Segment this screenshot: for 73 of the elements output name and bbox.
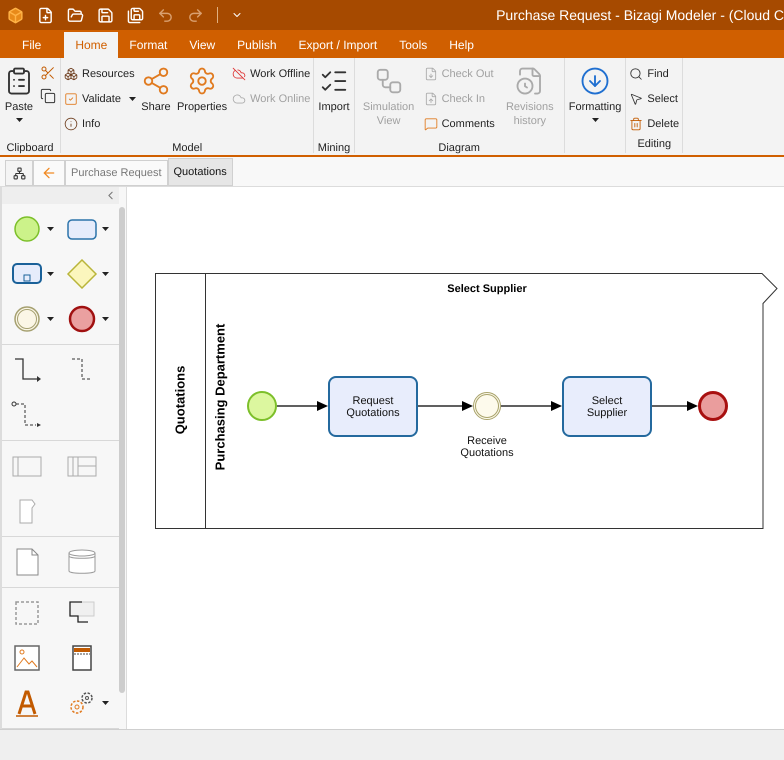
dropdown-caret-icon xyxy=(47,272,54,276)
pool-title: Quotations xyxy=(171,366,188,434)
undo-icon[interactable] xyxy=(157,6,174,24)
ribbon-tab[interactable]: Help xyxy=(438,32,485,58)
open-folder-icon[interactable] xyxy=(67,6,84,24)
window-title: Purchase Request - Bizagi Modeler - (Cloud C xyxy=(496,6,784,25)
cloud-off-icon xyxy=(232,67,246,81)
ribbon-tab[interactable]: Export / Import xyxy=(288,32,388,58)
ribbon-button[interactable]: Paste xyxy=(2,62,36,140)
save-icon[interactable] xyxy=(97,6,114,24)
file-down-icon xyxy=(424,67,438,81)
info-icon xyxy=(64,117,78,131)
scrollbar[interactable] xyxy=(119,207,125,693)
tree-view-button[interactable] xyxy=(5,160,33,186)
back-arrow-icon xyxy=(41,165,57,181)
pointer-icon xyxy=(629,92,644,106)
ribbon-button[interactable]: Work Offline xyxy=(231,63,312,85)
group-label: Clipboard xyxy=(6,141,54,155)
lane-title: Purchasing Department xyxy=(211,324,228,470)
ribbon-button[interactable]: Formatting xyxy=(566,62,624,140)
dropdown-caret-icon xyxy=(102,227,108,231)
copy-icon xyxy=(40,88,56,104)
group-label: Model xyxy=(172,141,202,155)
hierarchy-icon xyxy=(12,166,26,180)
group-label: Editing xyxy=(637,136,672,152)
dropdown-caret-icon xyxy=(102,272,108,276)
new-file-icon[interactable] xyxy=(37,6,54,24)
ribbon-tab[interactable]: Publish xyxy=(226,32,288,58)
group-label: Diagram xyxy=(438,141,480,155)
search-icon xyxy=(629,67,644,81)
redo-icon[interactable] xyxy=(187,6,204,24)
dropdown-caret-icon xyxy=(47,227,54,231)
cloud-icon xyxy=(232,92,246,106)
ribbon-button[interactable]: Share xyxy=(138,62,173,140)
file-menu[interactable]: File xyxy=(0,32,64,58)
sequence-flow xyxy=(652,400,698,412)
document-tab[interactable]: Quotations xyxy=(168,158,233,186)
ribbon-button[interactable]: Properties xyxy=(174,62,230,140)
sequence-flow xyxy=(277,400,328,412)
ribbon-button[interactable]: Import xyxy=(316,62,352,140)
checkbox-icon xyxy=(64,92,78,106)
ribbon-tab[interactable]: Tools xyxy=(388,32,438,58)
app-logo-icon xyxy=(7,6,24,24)
gear-icon xyxy=(187,66,217,96)
ribbon-tab[interactable]: View xyxy=(178,32,226,58)
phase-title: Select Supplier xyxy=(447,282,527,297)
cubes-icon xyxy=(64,67,78,81)
format-icon xyxy=(580,66,610,96)
group-label: Mining xyxy=(318,141,350,155)
sequence-flow xyxy=(501,400,562,412)
sequence-flow xyxy=(418,400,473,412)
ribbon-button[interactable]: Info xyxy=(63,113,102,135)
dropdown-caret-icon xyxy=(102,317,108,321)
save-all-icon[interactable] xyxy=(127,6,144,24)
dropdown-caret-icon xyxy=(47,317,54,321)
task-box: Select Supplier xyxy=(562,376,652,437)
ribbon-button[interactable]: Find xyxy=(628,63,670,85)
ribbon-tab[interactable]: Format xyxy=(118,32,178,58)
ribbon-button[interactable]: Validate xyxy=(63,88,137,110)
cut-icon xyxy=(40,65,56,81)
comment-icon xyxy=(424,117,438,131)
ribbon-button[interactable]: Resources xyxy=(63,63,136,85)
event-label: Receive Quotations xyxy=(459,435,515,459)
trash-icon xyxy=(629,117,644,131)
ribbon-button[interactable]: Delete xyxy=(628,113,680,135)
task-box: Request Quotations xyxy=(328,376,418,437)
file-up-icon xyxy=(424,92,438,106)
ribbon-button[interactable]: Select xyxy=(628,88,679,110)
dropdown-caret-icon xyxy=(102,701,108,705)
ribbon-icon-button[interactable] xyxy=(38,86,58,106)
ribbon-button[interactable]: Comments xyxy=(422,113,496,135)
document-tab[interactable]: Purchase Request xyxy=(65,160,168,186)
ribbon-tab[interactable]: Home xyxy=(64,32,118,58)
